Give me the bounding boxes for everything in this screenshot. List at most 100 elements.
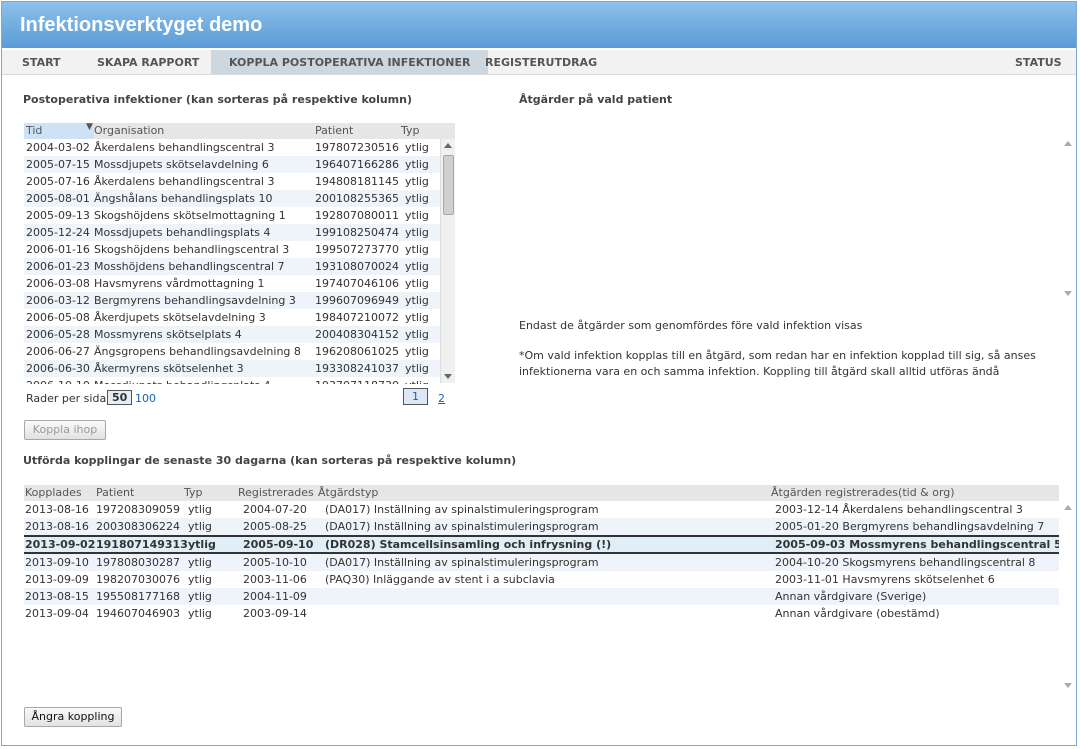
col-atgard-registrerades[interactable]: Åtgärden registrerades(tid & org) bbox=[771, 486, 955, 499]
cell-typ: ytlig bbox=[405, 175, 429, 188]
table-row[interactable]: 2013-08-15 195508177168 ytlig 2004-11-09 Ann… bbox=[24, 588, 1059, 605]
cell-typ: ytlig bbox=[188, 556, 212, 569]
col-atgardstyp[interactable]: Åtgärdstyp bbox=[318, 486, 378, 499]
col-typ[interactable]: Typ bbox=[184, 486, 203, 499]
cell-typ: ytlig bbox=[188, 573, 212, 586]
cell-org: Åkermyrens skötselenhet 3 bbox=[94, 362, 244, 375]
page-2[interactable]: 2 bbox=[438, 392, 445, 405]
table-row[interactable]: 2006-10-10 Mossdjupets behandlingsplats 4… bbox=[24, 377, 455, 384]
actions-scroll-up-icon[interactable] bbox=[1064, 141, 1072, 146]
cell-patient: 193707118730 bbox=[315, 379, 399, 384]
col-organisation[interactable]: Organisation bbox=[94, 124, 164, 137]
cell-tid: 2006-03-08 bbox=[26, 277, 90, 290]
nav-status[interactable]: STATUS bbox=[1015, 50, 1062, 74]
cell-patient: 196208061025 bbox=[315, 345, 399, 358]
nav-registerutdrag[interactable]: REGISTERUTDRAG bbox=[485, 50, 597, 74]
table-row[interactable]: 2013-09-04 194607046903 ytlig 2003-09-14 Ann… bbox=[24, 605, 1059, 622]
app-window: Infektionsverktyget demo START SKAPA RAP… bbox=[1, 1, 1077, 746]
table-row[interactable]: 2005-07-15 Mossdjupets skötselavdelning 6… bbox=[24, 156, 455, 173]
table-row[interactable]: 2013-09-10 197808030287 ytlig 2005-10-10 (DA… bbox=[24, 554, 1059, 571]
cell-org: Åkerdalens behandlingscentral 3 bbox=[94, 175, 275, 188]
table-row[interactable]: 2006-06-27 Ängsgropens behandlingsavdelni… bbox=[24, 343, 455, 360]
table-row[interactable]: 2006-03-08 Havsmyrens vårdmottagning 1 197… bbox=[24, 275, 455, 292]
cell-atgardstyp: (DA017) Inställning av spinalstimulering… bbox=[325, 556, 599, 569]
table-row[interactable]: 2013-09-09 198207030076 ytlig 2003-11-06 (PA… bbox=[24, 571, 1059, 588]
table-row[interactable]: 2006-01-23 Mosshöjdens behandlingscentral… bbox=[24, 258, 455, 275]
cell-typ: ytlig bbox=[405, 243, 429, 256]
table-row[interactable]: 2005-09-13 Skogshöjdens skötselmottagning… bbox=[24, 207, 455, 224]
cell-registrerades: 2005-09-10 bbox=[243, 538, 314, 551]
links-header-row: Kopplades Patient Typ Registrerades Åtgä… bbox=[24, 485, 1059, 501]
actions-scroll-down-icon[interactable] bbox=[1064, 291, 1072, 296]
cell-kopplades: 2013-08-15 bbox=[25, 590, 89, 603]
table-row[interactable]: 2013-08-16 197208309059 ytlig 2004-07-20 (DA… bbox=[24, 501, 1059, 518]
cell-kopplades: 2013-09-09 bbox=[25, 573, 89, 586]
rows-per-page-50[interactable]: 50 bbox=[107, 390, 133, 405]
infections-table: Tid ▼ Organisation Patient Typ 2004-03-0… bbox=[24, 123, 455, 384]
table-row[interactable]: 2006-01-16 Skogshöjdens behandlingscentra… bbox=[24, 241, 455, 258]
cell-atgard_reg: 2004-10-20 Skogsmyrens behandlingscentra… bbox=[775, 556, 1036, 569]
cell-tid: 2006-06-27 bbox=[26, 345, 90, 358]
table-row[interactable]: 2006-05-08 Åkerdjupets skötselavdelning 3… bbox=[24, 309, 455, 326]
links-table: Kopplades Patient Typ Registrerades Åtgä… bbox=[24, 485, 1059, 692]
infections-title: Postoperativa infektioner (kan sorteras … bbox=[23, 93, 413, 106]
col-typ[interactable]: Typ bbox=[401, 124, 420, 137]
angra-koppling-button[interactable]: Ångra koppling bbox=[24, 707, 122, 727]
nav-koppla-infektioner[interactable]: KOPPLA POSTOPERATIVA INFEKTIONER bbox=[211, 50, 489, 74]
cell-atgard_reg: 2003-12-14 Åkerdalens behandlingscentral… bbox=[775, 503, 1023, 516]
cell-registrerades: 2003-11-06 bbox=[243, 573, 307, 586]
cell-patient: 197807230516 bbox=[315, 141, 399, 154]
cell-org: Mossdjupets behandlingsplats 4 bbox=[94, 379, 271, 384]
table-row[interactable]: 2013-09-02 191807149313 ytlig 2005-09-10 (DR… bbox=[24, 535, 1059, 554]
col-tid[interactable]: Tid bbox=[24, 123, 94, 139]
links-scroll-down-icon[interactable] bbox=[1064, 683, 1072, 688]
cell-registrerades: 2005-10-10 bbox=[243, 556, 307, 569]
cell-typ: ytlig bbox=[405, 226, 429, 239]
koppla-ihop-button[interactable]: Koppla ihop bbox=[24, 420, 106, 440]
scroll-down-icon[interactable] bbox=[444, 374, 452, 379]
links-scroll-up-icon[interactable] bbox=[1064, 505, 1072, 510]
cell-atgard_reg: 2005-09-03 Mossmyrens behandlingscentral… bbox=[775, 538, 1059, 551]
rows-per-page-100[interactable]: 100 bbox=[135, 392, 156, 405]
cell-patient: 198207030076 bbox=[96, 573, 180, 586]
table-row[interactable]: 2013-08-16 200308306224 ytlig 2005-08-25 (DA… bbox=[24, 518, 1059, 535]
cell-registrerades: 2004-07-20 bbox=[243, 503, 307, 516]
actions-title: Åtgärder på vald patient bbox=[519, 93, 673, 106]
cell-org: Ängshålans behandlingsplats 10 bbox=[94, 192, 273, 205]
page-1[interactable]: 1 bbox=[403, 388, 428, 405]
table-row[interactable]: 2005-12-24 Mossdjupets behandlingsplats 4… bbox=[24, 224, 455, 241]
table-row[interactable]: 2006-05-28 Mossmyrens skötselplats 4 20040… bbox=[24, 326, 455, 343]
nav-skapa-rapport[interactable]: SKAPA RAPPORT bbox=[97, 50, 199, 74]
cell-tid: 2005-08-01 bbox=[26, 192, 90, 205]
cell-org: Mossdjupets behandlingsplats 4 bbox=[94, 226, 271, 239]
cell-typ: ytlig bbox=[405, 294, 429, 307]
cell-atgard_reg: 2003-11-01 Havsmyrens skötselenhet 6 bbox=[775, 573, 995, 586]
app-title: Infektionsverktyget demo bbox=[20, 14, 263, 36]
actions-scrollbar[interactable] bbox=[1061, 137, 1075, 301]
table-row[interactable]: 2006-03-12 Bergmyrens behandlingsavdelnin… bbox=[24, 292, 455, 309]
cell-patient: 199108250474 bbox=[315, 226, 399, 239]
scroll-thumb[interactable] bbox=[443, 155, 454, 215]
table-row[interactable]: 2005-07-16 Åkerdalens behandlingscentral … bbox=[24, 173, 455, 190]
nav-start[interactable]: START bbox=[22, 50, 61, 74]
table-row[interactable]: 2005-08-01 Ängshålans behandlingsplats 10… bbox=[24, 190, 455, 207]
cell-org: Mossmyrens skötselplats 4 bbox=[94, 328, 242, 341]
table-row[interactable]: 2004-03-02 Åkerdalens behandlingscentral … bbox=[24, 139, 455, 156]
col-patient[interactable]: Patient bbox=[315, 124, 353, 137]
cell-patient: 199607096949 bbox=[315, 294, 399, 307]
col-kopplades[interactable]: Kopplades bbox=[25, 486, 82, 499]
col-registrerades[interactable]: Registrerades bbox=[238, 486, 314, 499]
cell-typ: ytlig bbox=[405, 328, 429, 341]
scroll-up-icon[interactable] bbox=[444, 143, 452, 148]
links-scrollbar[interactable] bbox=[1061, 501, 1075, 693]
cell-patient: 193108070024 bbox=[315, 260, 399, 273]
table-row[interactable]: 2006-06-30 Åkermyrens skötselenhet 3 19330… bbox=[24, 360, 455, 377]
cell-typ: ytlig bbox=[405, 141, 429, 154]
cell-patient: 191807149313 bbox=[96, 538, 188, 551]
cell-patient: 193308241037 bbox=[315, 362, 399, 375]
infections-scrollbar[interactable] bbox=[440, 139, 455, 383]
cell-patient: 197407046106 bbox=[315, 277, 399, 290]
cell-atgardstyp: (PAQ30) Inläggande av stent i a subclavi… bbox=[325, 573, 555, 586]
cell-atgardstyp: (DA017) Inställning av spinalstimulering… bbox=[325, 520, 599, 533]
col-patient[interactable]: Patient bbox=[96, 486, 134, 499]
